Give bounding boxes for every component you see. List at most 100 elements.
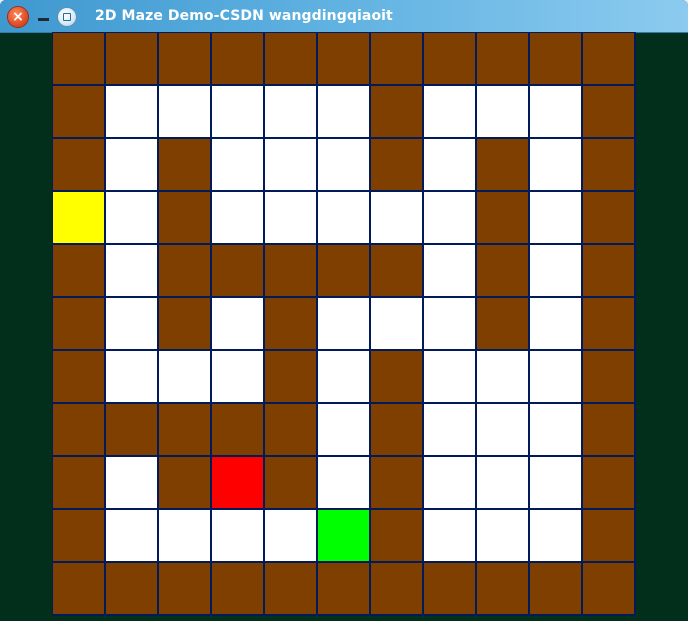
wall-cell <box>159 563 210 614</box>
wall-cell <box>583 192 634 243</box>
wall-cell <box>530 33 581 84</box>
wall-cell <box>371 86 422 137</box>
wall-cell <box>265 298 316 349</box>
path-cell <box>424 510 475 561</box>
maximize-icon[interactable] <box>58 8 76 26</box>
path-cell <box>424 298 475 349</box>
wall-cell <box>424 563 475 614</box>
path-cell <box>371 298 422 349</box>
goal-cell <box>318 510 369 561</box>
wall-cell <box>53 298 104 349</box>
wall-cell <box>265 33 316 84</box>
path-cell <box>106 192 157 243</box>
title-bar[interactable]: × 2D Maze Demo-CSDN wangdingqiaoit <box>0 0 688 33</box>
path-cell <box>159 510 210 561</box>
path-cell <box>212 298 263 349</box>
wall-cell <box>53 33 104 84</box>
path-cell <box>106 510 157 561</box>
wall-cell <box>212 563 263 614</box>
wall-cell <box>371 510 422 561</box>
path-cell <box>530 245 581 296</box>
wall-cell <box>159 192 210 243</box>
wall-cell <box>159 139 210 190</box>
path-cell <box>265 86 316 137</box>
minimize-icon[interactable] <box>38 18 49 21</box>
path-cell <box>424 351 475 402</box>
path-cell <box>530 457 581 508</box>
path-cell <box>106 139 157 190</box>
path-cell <box>318 192 369 243</box>
path-cell <box>265 510 316 561</box>
window-title: 2D Maze Demo-CSDN wangdingqiaoit <box>95 8 393 24</box>
wall-cell <box>583 298 634 349</box>
path-cell <box>530 86 581 137</box>
path-cell <box>106 86 157 137</box>
wall-cell <box>265 457 316 508</box>
wall-cell <box>318 33 369 84</box>
wall-cell <box>318 563 369 614</box>
path-cell <box>424 245 475 296</box>
path-cell <box>424 192 475 243</box>
path-cell <box>530 351 581 402</box>
path-cell <box>318 86 369 137</box>
wall-cell <box>477 192 528 243</box>
path-cell <box>106 245 157 296</box>
wall-cell <box>477 563 528 614</box>
wall-cell <box>53 86 104 137</box>
wall-cell <box>212 245 263 296</box>
wall-cell <box>318 245 369 296</box>
path-cell <box>318 139 369 190</box>
path-cell <box>318 457 369 508</box>
wall-cell <box>159 404 210 455</box>
wall-cell <box>53 351 104 402</box>
wall-cell <box>53 457 104 508</box>
wall-cell <box>159 245 210 296</box>
wall-cell <box>212 404 263 455</box>
wall-cell <box>371 563 422 614</box>
path-cell <box>424 86 475 137</box>
wall-cell <box>477 33 528 84</box>
wall-cell <box>477 139 528 190</box>
maze-grid <box>52 32 636 616</box>
path-cell <box>477 457 528 508</box>
wall-cell <box>583 510 634 561</box>
wall-cell <box>583 245 634 296</box>
wall-cell <box>106 33 157 84</box>
red-marker-cell <box>212 457 263 508</box>
path-cell <box>106 351 157 402</box>
path-cell <box>477 351 528 402</box>
wall-cell <box>106 563 157 614</box>
wall-cell <box>53 404 104 455</box>
wall-cell <box>265 563 316 614</box>
path-cell <box>530 192 581 243</box>
path-cell <box>530 139 581 190</box>
path-cell <box>477 404 528 455</box>
path-cell <box>477 86 528 137</box>
wall-cell <box>477 298 528 349</box>
path-cell <box>424 139 475 190</box>
player-cell <box>53 192 104 243</box>
wall-cell <box>265 245 316 296</box>
path-cell <box>371 192 422 243</box>
path-cell <box>212 351 263 402</box>
wall-cell <box>106 404 157 455</box>
path-cell <box>159 86 210 137</box>
path-cell <box>212 139 263 190</box>
wall-cell <box>212 33 263 84</box>
wall-cell <box>583 351 634 402</box>
wall-cell <box>159 298 210 349</box>
wall-cell <box>53 139 104 190</box>
wall-cell <box>530 563 581 614</box>
path-cell <box>477 510 528 561</box>
wall-cell <box>583 139 634 190</box>
wall-cell <box>371 139 422 190</box>
wall-cell <box>371 457 422 508</box>
path-cell <box>265 192 316 243</box>
wall-cell <box>53 510 104 561</box>
wall-cell <box>424 33 475 84</box>
wall-cell <box>371 404 422 455</box>
path-cell <box>424 457 475 508</box>
close-icon[interactable]: × <box>8 7 28 27</box>
wall-cell <box>159 33 210 84</box>
path-cell <box>265 139 316 190</box>
